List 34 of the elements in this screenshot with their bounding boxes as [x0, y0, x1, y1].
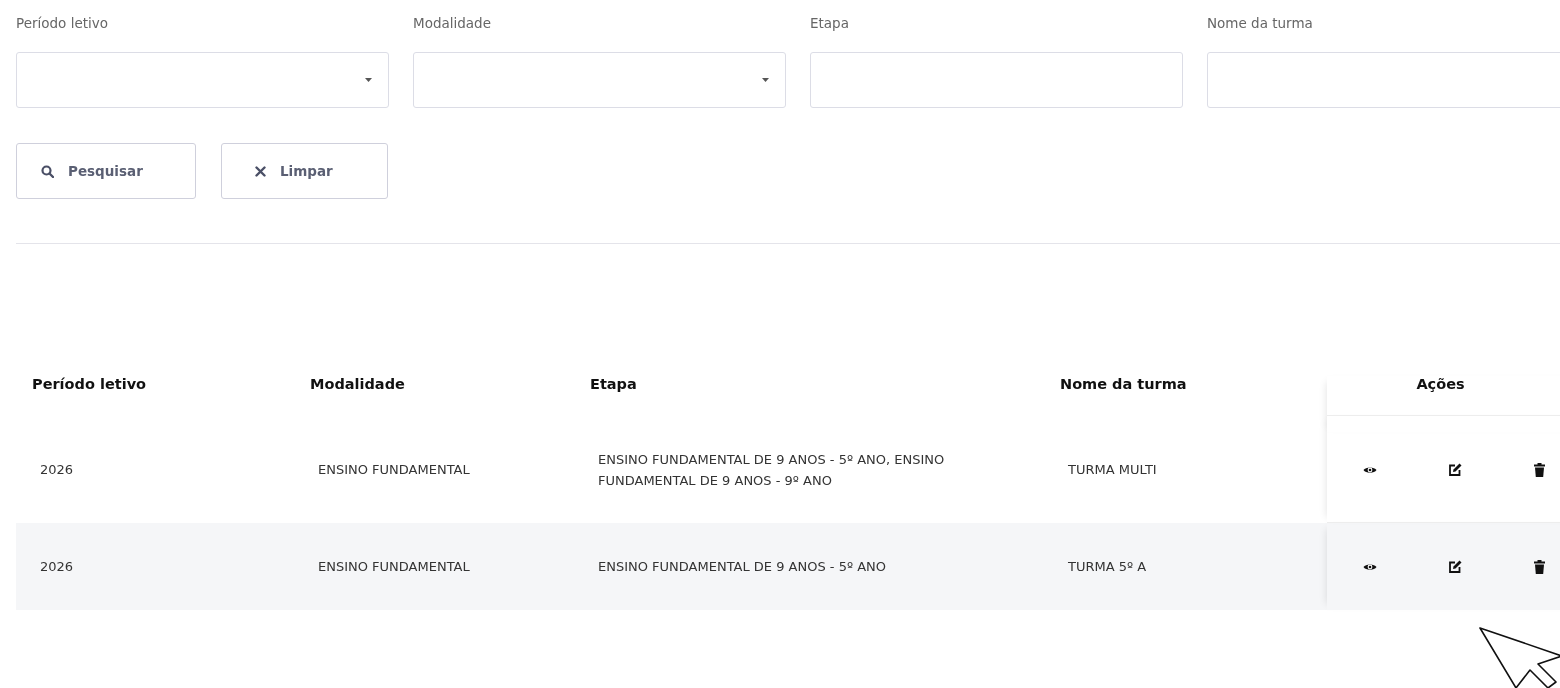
- stage-cell-text: ENSINO FUNDAMENTAL DE 9 ANOS - 5º ANO, ENSINO FUNDAMENTAL DE 9 ANOS - 9º ANO: [598, 450, 946, 490]
- input-field[interactable]: [810, 52, 1183, 108]
- year-cell: 2026: [40, 462, 74, 477]
- field-label: Etapa: [810, 14, 850, 32]
- search-icon: [41, 164, 54, 178]
- field-label: Nome da turma: [1207, 14, 1314, 32]
- edit-icon: [1447, 462, 1462, 477]
- select-field[interactable]: [413, 52, 786, 108]
- caret-icon: [365, 78, 372, 82]
- eye-icon: [1362, 464, 1377, 475]
- field-label: Período letivo: [16, 14, 109, 32]
- trash-icon: [1534, 559, 1545, 574]
- year-cell: 2026: [40, 559, 74, 574]
- search-button[interactable]: Pesquisar: [16, 143, 196, 199]
- eye-icon: [1362, 561, 1377, 572]
- mouse-cursor-icon: [1478, 626, 1560, 688]
- column-header: Período letivo: [32, 376, 147, 392]
- column-header: Nome da turma: [1060, 376, 1187, 392]
- modality-cell: ENSINO FUNDAMENTAL: [318, 559, 470, 574]
- column-header: Ações: [1416, 376, 1465, 392]
- select-field[interactable]: [16, 52, 389, 108]
- column-header: Modalidade: [310, 376, 405, 392]
- edit-icon: [1447, 559, 1462, 574]
- caret-icon: [762, 78, 769, 82]
- class-name-cell: TURMA MULTI: [1068, 462, 1157, 477]
- trash-icon: [1534, 462, 1545, 477]
- modality-cell: ENSINO FUNDAMENTAL: [318, 462, 470, 477]
- stage-cell-text: ENSINO FUNDAMENTAL DE 9 ANOS - 5º ANO: [598, 558, 888, 576]
- field-label: Modalidade: [413, 14, 492, 32]
- input-field[interactable]: [1207, 52, 1560, 108]
- class-name-cell: TURMA 5º A: [1068, 559, 1147, 574]
- clear-button[interactable]: Limpar: [221, 143, 388, 199]
- column-header: Etapa: [590, 376, 637, 392]
- close-icon: [255, 165, 266, 177]
